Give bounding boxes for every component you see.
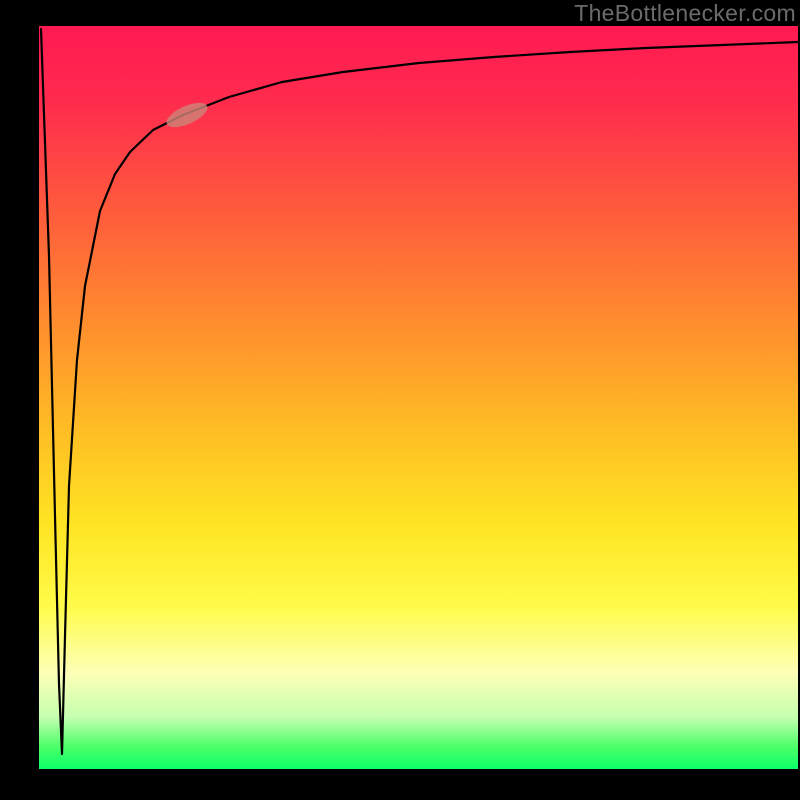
curve-svg [39,26,798,769]
bottleneck-curve [41,29,798,754]
chart-container: TheBottlenecker.com [0,0,800,800]
curve-marker [163,98,211,132]
watermark-text: TheBottlenecker.com [574,0,796,27]
plot-area [39,26,798,769]
